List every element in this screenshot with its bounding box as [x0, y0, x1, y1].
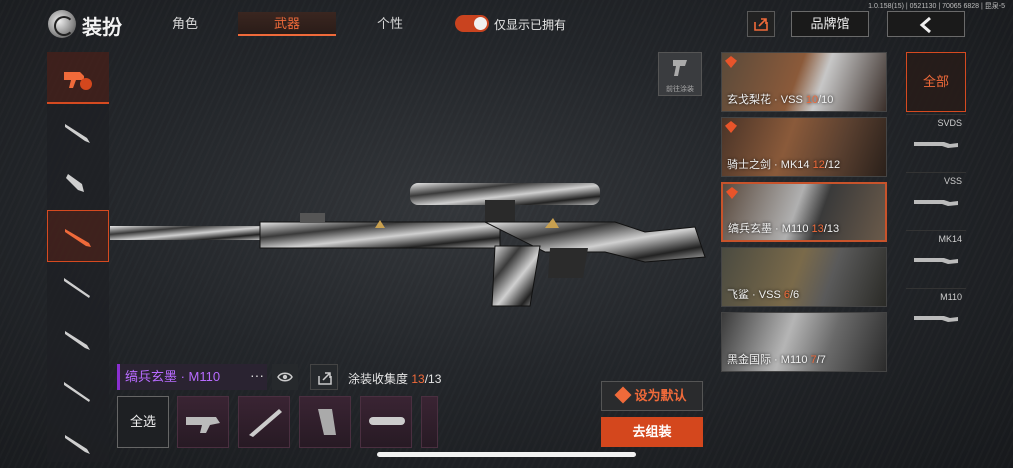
part-thumb-more[interactable] [421, 396, 438, 448]
barrel-icon [249, 409, 282, 437]
part-thumb-barrel[interactable] [238, 396, 290, 448]
skin-card-label: 缟兵玄墨 · M110 13/13 [728, 223, 840, 235]
toggle-knob [474, 17, 487, 30]
spray-gun-icon [673, 60, 687, 76]
chevron-left-icon [919, 16, 931, 34]
part-thumb-scope[interactable] [360, 396, 412, 448]
category-assault-rifle[interactable] [47, 106, 109, 158]
brush-icon [614, 386, 632, 404]
more-button[interactable]: ··· [246, 364, 268, 390]
category-lmg[interactable] [47, 418, 109, 468]
filter-label: MK14 [938, 234, 962, 244]
assault-rifle-icon [65, 124, 90, 143]
sniper-rifle-icon [914, 200, 958, 206]
category-preset[interactable] [47, 52, 109, 104]
tab-weapon[interactable]: 武器 [238, 12, 336, 36]
part-thumb-grip[interactable] [299, 396, 351, 448]
skin-card-vss-2[interactable]: 飞鲨 · VSS 6/6 [721, 247, 887, 307]
eye-icon [277, 372, 293, 382]
sniper-rifle-icon [914, 142, 958, 148]
home-indicator [377, 452, 636, 457]
filter-m110[interactable]: M110 [906, 288, 966, 346]
collection-current: 13 [411, 372, 425, 386]
marksman-icon [64, 382, 90, 402]
preview-button[interactable] [272, 364, 298, 390]
owned-only-toggle[interactable] [455, 15, 489, 32]
share-icon [754, 18, 768, 31]
grip-icon [318, 409, 336, 435]
filter-label: M110 [940, 292, 962, 302]
collection-progress: 涂装收集度 13/13 [348, 370, 441, 387]
collection-total: /13 [424, 372, 442, 386]
category-smg[interactable] [47, 158, 109, 210]
category-shotgun[interactable] [47, 262, 109, 314]
scope-icon [369, 417, 405, 425]
top-bar: 装扮 角色 武器 个性 仅显示已拥有 品牌馆 [0, 0, 1013, 48]
brand-hall-button[interactable]: 品牌馆 [791, 11, 869, 37]
shotgun-icon [64, 278, 90, 298]
skin-card-mk14[interactable]: 骑士之剑 · MK14 12/12 [721, 117, 887, 177]
skin-card-label: 黑金国际 · M110 7/7 [727, 354, 826, 366]
share-skin-button[interactable] [310, 364, 338, 390]
tab-role[interactable]: 角色 [150, 12, 220, 36]
smg-icon [66, 174, 84, 192]
sniper-rifle-icon [65, 229, 91, 247]
filter-mk14[interactable]: MK14 [906, 230, 966, 288]
current-skin-name: 缟兵玄墨 · M110 [117, 364, 267, 390]
globe-logo-icon [48, 10, 76, 38]
select-all-button[interactable]: 全选 [117, 396, 169, 448]
weapon-category-bar [47, 52, 109, 462]
sniper-rifle-icon [914, 316, 958, 322]
skin-card-label: 骑士之剑 · MK14 12/12 [727, 159, 841, 171]
lmg-icon [65, 435, 90, 454]
category-sniper-rifle[interactable] [47, 210, 109, 262]
filter-svds[interactable]: SVDS [906, 114, 966, 172]
owned-only-label: 仅显示已拥有 [494, 18, 567, 32]
category-marksman[interactable] [47, 366, 109, 418]
go-paint-button[interactable]: 前往涂装 [658, 52, 702, 96]
back-button[interactable] [887, 11, 965, 37]
skin-card-label: 玄戈梨花 · VSS 10/10 [727, 94, 834, 106]
tab-style[interactable]: 个性 [355, 12, 425, 36]
filter-label: VSS [943, 176, 962, 186]
part-thumb-stock[interactable] [177, 396, 229, 448]
collection-label: 涂装收集度 [348, 372, 409, 386]
page-title: 装扮 [82, 17, 122, 39]
assemble-button[interactable]: 去组装 [601, 417, 703, 447]
category-rifle[interactable] [47, 314, 109, 366]
preset-icon [64, 72, 92, 90]
stock-icon [186, 417, 220, 433]
skin-card-m110-2[interactable]: 黑金国际 · M110 7/7 [721, 312, 887, 372]
sniper-rifle-icon [914, 258, 958, 264]
weapon-filter: 全部 SVDS VSS MK14 M110 [906, 52, 966, 462]
go-paint-label: 前往涂装 [666, 86, 694, 93]
share-button[interactable] [747, 11, 775, 37]
filter-label: SVDS [937, 118, 962, 128]
filter-vss[interactable]: VSS [906, 172, 966, 230]
skin-card-vss-1[interactable]: 玄戈梨花 · VSS 10/10 [721, 52, 887, 112]
weapon-preview [110, 183, 706, 307]
filter-all[interactable]: 全部 [906, 52, 966, 112]
set-default-button[interactable]: 设为默认 [601, 381, 703, 411]
skin-card-m110-selected[interactable]: 缟兵玄墨 · M110 13/13 [721, 182, 887, 242]
skin-card-label: 飞鲨 · VSS 6/6 [727, 289, 800, 301]
share-icon [318, 372, 332, 385]
set-default-label: 设为默认 [634, 388, 687, 403]
rifle-icon [65, 331, 90, 350]
